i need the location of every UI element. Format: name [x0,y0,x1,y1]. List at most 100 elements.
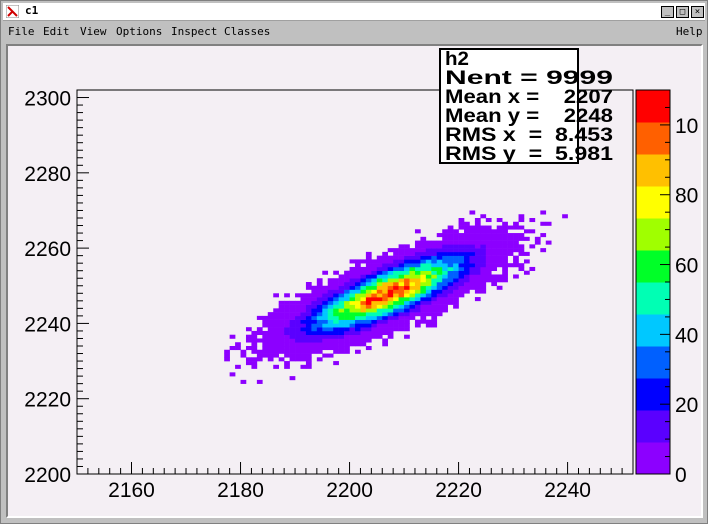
maximize-button[interactable]: □ [676,6,689,18]
histogram-bin [393,312,399,317]
histogram-bin [316,315,323,320]
menu-classes[interactable]: Classes [224,25,270,38]
histogram-bin [409,315,416,320]
menu-file[interactable]: File [8,25,35,38]
histogram-bin [414,259,421,264]
histogram-bin [474,244,481,249]
minimize-button[interactable]: _ [661,6,674,18]
histogram-bin [300,293,307,298]
histogram-bin [355,330,361,335]
histogram-bin [420,266,427,271]
histogram-bin [300,364,307,369]
histogram-bin [251,357,258,362]
histogram-bin [316,285,323,290]
histogram-bin [447,236,454,241]
histogram-bin [545,221,552,226]
histogram-bin [300,315,307,320]
histogram-bin [496,259,503,264]
histogram-bin [305,342,312,347]
histogram-bin [349,297,356,302]
histogram-bin [300,327,307,332]
histogram-bin [414,266,421,271]
histogram-bin [349,304,356,309]
histogram-bin [376,263,383,268]
histogram-bin [355,270,361,275]
histogram-bin [442,229,448,234]
histogram-bin [513,225,519,230]
histogram-bin [431,285,438,290]
histogram-bin [480,248,487,253]
title-bar[interactable]: c1 _ □ × [3,3,705,21]
menu-view[interactable]: View [80,25,107,38]
histogram-bin [327,342,334,347]
histogram-bin [409,285,416,290]
histogram-bin [333,338,339,343]
histogram-bin [382,278,388,283]
histogram-bin [453,236,459,241]
histogram-bin [344,312,350,317]
close-button[interactable]: × [691,6,704,18]
histogram-bin [485,274,492,279]
histogram-bin [480,251,487,256]
y-tick-label: 2260 [24,238,71,261]
histogram-bin [474,282,481,287]
histogram-bin [338,323,345,328]
histogram-bin [393,259,399,264]
histogram-bin [414,282,421,287]
histogram-bin [409,304,416,309]
histogram-bin [431,248,438,253]
menu-help[interactable]: Help [676,25,703,38]
menu-inspect[interactable]: Inspect [171,25,217,38]
histogram-bin [496,263,503,268]
histogram-bin [311,304,318,309]
histogram-bin [224,353,230,358]
histogram-bin [289,312,296,317]
histogram-bin [382,323,388,328]
histogram-bin [425,251,432,256]
histogram-bin [425,319,432,324]
histogram-bins [224,210,568,384]
histogram-bin [240,353,247,358]
histogram-bin [442,304,448,309]
histogram-bin [295,304,301,309]
histogram-bin [360,330,367,335]
histogram-bin [327,334,334,339]
histogram-bin [398,319,405,324]
histogram-bin [355,319,361,324]
histogram-bin [349,334,356,339]
histogram-bin [333,334,339,339]
histogram-bin [513,233,519,238]
canvas-area[interactable]: 2160 2180 2200 2220 2240 2200 2220 2240 2260 228… [6,44,703,518]
histogram-bin [458,282,465,287]
histogram-bin [502,255,508,260]
histogram-bin [398,270,405,275]
histogram-bin [491,259,498,264]
histogram-bin [376,259,383,264]
histogram-bin [485,248,492,253]
histogram-bin [431,255,438,260]
histogram-bin [365,282,372,287]
histogram-bin [278,323,285,328]
stats-box[interactable]: h2 Nent = 9999 Mean x = 2207 Mean y = 22… [439,48,614,165]
histogram-bin [420,293,427,298]
histogram-bin [425,278,432,283]
histogram-bin [507,236,514,241]
histogram-bin [431,263,438,268]
histogram-bin [333,312,339,317]
histogram-bin [387,282,394,287]
histogram-bin [480,289,487,294]
menu-options[interactable]: Options [116,25,162,38]
histogram-bin [273,330,279,335]
menu-edit[interactable]: Edit [43,25,70,38]
histogram-bin [442,274,448,279]
histogram-bin [256,327,263,332]
histogram-bin [300,323,307,328]
histogram-bin [518,266,525,271]
histogram-canvas[interactable]: 2160 2180 2200 2220 2240 2200 2220 2240 2260 228… [8,46,701,516]
histogram-bin [376,315,383,320]
histogram-bin [322,312,329,317]
histogram-bin [267,334,274,339]
histogram-bin [436,297,443,302]
histogram-bin [300,319,307,324]
histogram-bin [344,274,350,279]
